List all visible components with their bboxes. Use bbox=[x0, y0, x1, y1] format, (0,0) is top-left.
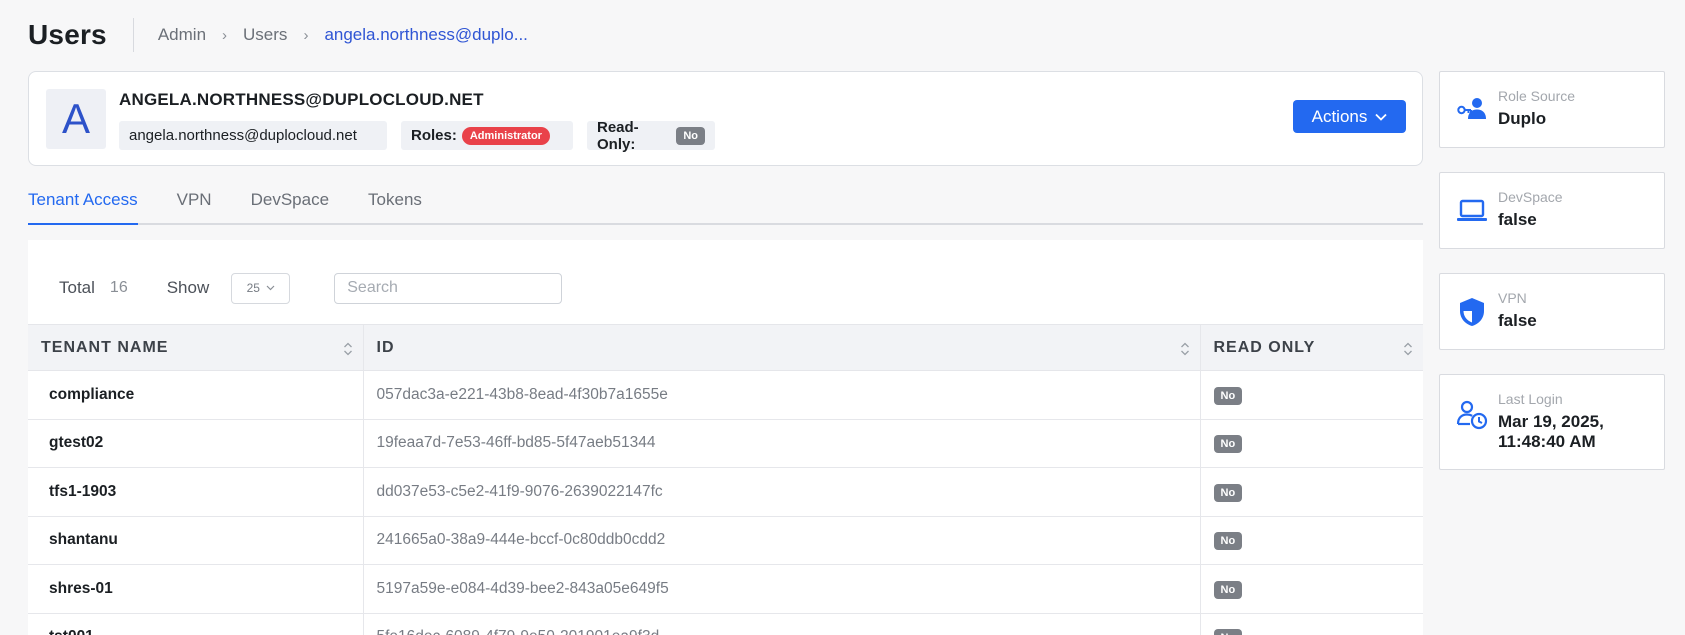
read-only-badge: No bbox=[1213, 629, 1243, 635]
read-only-badge: No bbox=[1213, 386, 1243, 405]
read-only-badge: No bbox=[1213, 435, 1243, 454]
read-only-cell: No bbox=[1199, 516, 1423, 565]
chevron-down-icon bbox=[1375, 113, 1388, 121]
last-login-title: Last Login bbox=[1498, 391, 1563, 407]
sort-icon bbox=[1404, 342, 1412, 356]
devspace-value: false bbox=[1498, 210, 1537, 229]
breadcrumb-admin[interactable]: Admin bbox=[158, 25, 206, 45]
laptop-icon bbox=[1457, 199, 1487, 221]
tenant-id-cell: 5197a59e-e084-4d39-bee2-843a05e649f5 bbox=[362, 564, 1200, 614]
user-clock-icon bbox=[1456, 400, 1488, 430]
table-row[interactable]: shantanu 241665a0-38a9-444e-bccf-0c80ddb… bbox=[28, 516, 1423, 565]
shield-icon bbox=[1460, 298, 1484, 326]
read-only-badge: No bbox=[1213, 580, 1243, 599]
tenant-id-cell: 19feaa7d-7e53-46ff-bd85-5f47aeb51344 bbox=[362, 419, 1200, 468]
readonly-badge: No bbox=[676, 126, 705, 145]
table-row[interactable]: gtest02 19feaa7d-7e53-46ff-bd85-5f47aeb5… bbox=[28, 419, 1423, 468]
tenant-name-cell: tfs1-1903 bbox=[28, 467, 363, 517]
total-label: Total bbox=[59, 278, 95, 297]
tab-bar: Tenant Access VPN DevSpace Tokens bbox=[28, 180, 1423, 225]
tenant-name-cell: compliance bbox=[28, 370, 363, 420]
table-row[interactable]: tst001 5fe16dec-6089-4f79-9e50-201901ea9… bbox=[28, 613, 1423, 635]
tenant-id-cell: 057dac3a-e221-43b8-8ead-4f30b7a1655e bbox=[362, 370, 1200, 420]
tenant-name-cell: shantanu bbox=[28, 516, 363, 565]
chevron-right-icon: › bbox=[303, 26, 309, 44]
vpn-card: VPN false bbox=[1439, 273, 1665, 350]
tab-vpn[interactable]: VPN bbox=[177, 180, 212, 223]
table-row[interactable]: tfs1-1903 dd037e53-c5e2-41f9-9076-263902… bbox=[28, 467, 1423, 517]
tenant-id-cell: 241665a0-38a9-444e-bccf-0c80ddb0cdd2 bbox=[362, 516, 1200, 565]
column-header-read-only[interactable]: READ ONLY bbox=[1199, 324, 1423, 371]
read-only-cell: No bbox=[1199, 370, 1423, 420]
role-source-card: Role Source Duplo bbox=[1439, 71, 1665, 148]
total-count: 16 bbox=[109, 279, 128, 296]
column-header-id[interactable]: ID bbox=[362, 324, 1200, 371]
read-only-cell: No bbox=[1199, 467, 1423, 517]
tenant-access-panel: Total 16 Show 25 TENANT NAME ID READ ONL… bbox=[28, 240, 1423, 635]
search-input[interactable] bbox=[334, 272, 563, 304]
table-toolbar: Total 16 Show 25 bbox=[59, 272, 563, 304]
sort-icon bbox=[1180, 342, 1189, 356]
read-only-badge: No bbox=[1213, 532, 1243, 551]
page-size-value: 25 bbox=[246, 281, 260, 295]
key-person-icon bbox=[1457, 98, 1486, 119]
tab-tenant-access[interactable]: Tenant Access bbox=[28, 180, 138, 225]
column-header-label: READ ONLY bbox=[1213, 338, 1316, 356]
show-label: Show bbox=[166, 278, 210, 297]
role-badge: Administrator bbox=[461, 126, 550, 145]
read-only-cell: No bbox=[1199, 419, 1423, 468]
sort-icon bbox=[343, 342, 352, 356]
tenant-name-cell: shres-01 bbox=[28, 564, 363, 614]
readonly-chip: Read-Only: No bbox=[587, 118, 715, 153]
tab-devspace[interactable]: DevSpace bbox=[251, 180, 329, 223]
actions-button[interactable]: Actions bbox=[1293, 100, 1406, 133]
tenant-id-cell: dd037e53-c5e2-41f9-9076-2639022147fc bbox=[362, 467, 1200, 517]
chevron-right-icon: › bbox=[222, 26, 228, 44]
table-row[interactable]: shres-01 5197a59e-e084-4d39-bee2-843a05e… bbox=[28, 564, 1423, 614]
page-title: Users bbox=[28, 19, 107, 50]
devspace-card: DevSpace false bbox=[1439, 172, 1665, 249]
breadcrumb-users[interactable]: Users bbox=[243, 25, 287, 45]
user-email-chip: angela.northness@duplocloud.net bbox=[119, 121, 387, 150]
avatar: A bbox=[46, 89, 106, 149]
tenant-name-cell: tst001 bbox=[28, 613, 363, 635]
user-name: ANGELA.NORTHNESS@DUPLOCLOUD.NET bbox=[119, 90, 484, 109]
chevron-down-icon bbox=[266, 285, 275, 291]
role-source-title: Role Source bbox=[1498, 88, 1576, 104]
breadcrumb-current-user: angela.northness@duplo... bbox=[324, 25, 528, 44]
roles-label: Roles: bbox=[411, 127, 457, 144]
table-row[interactable]: compliance 057dac3a-e221-43b8-8ead-4f30b… bbox=[28, 370, 1423, 420]
column-header-label: ID bbox=[376, 338, 395, 356]
vpn-value: false bbox=[1498, 311, 1537, 330]
read-only-badge: No bbox=[1213, 483, 1243, 502]
page-header: Users Admin › Users › angela.northness@d… bbox=[28, 18, 528, 52]
tenant-name-cell: gtest02 bbox=[28, 419, 363, 468]
read-only-cell: No bbox=[1199, 613, 1423, 635]
last-login-card: Last Login Mar 19, 2025, 11:48:40 AM bbox=[1439, 374, 1665, 470]
tenant-table: TENANT NAME ID READ ONLY compliance 057d… bbox=[28, 324, 1423, 635]
role-source-value: Duplo bbox=[1498, 109, 1547, 128]
column-header-label: TENANT NAME bbox=[41, 338, 169, 356]
read-only-cell: No bbox=[1199, 564, 1423, 614]
tenant-id-cell: 5fe16dec-6089-4f79-9e50-201901ea9f3d bbox=[362, 613, 1200, 635]
breadcrumb: Admin › Users › angela.northness@duplo..… bbox=[158, 25, 528, 45]
user-summary-card: A ANGELA.NORTHNESS@DUPLOCLOUD.NET angela… bbox=[28, 71, 1423, 166]
header-divider bbox=[132, 18, 134, 52]
user-email: angela.northness@duplocloud.net bbox=[129, 127, 357, 144]
devspace-title: DevSpace bbox=[1498, 189, 1563, 205]
roles-chip: Roles: Administrator bbox=[401, 121, 573, 150]
vpn-title: VPN bbox=[1498, 290, 1527, 306]
column-header-tenant-name[interactable]: TENANT NAME bbox=[28, 324, 363, 371]
actions-label: Actions bbox=[1311, 106, 1368, 126]
readonly-label: Read-Only: bbox=[597, 118, 639, 153]
page-size-select[interactable]: 25 bbox=[231, 272, 291, 304]
tab-tokens[interactable]: Tokens bbox=[368, 180, 422, 223]
last-login-value: Mar 19, 2025, 11:48:40 AM bbox=[1498, 412, 1604, 451]
